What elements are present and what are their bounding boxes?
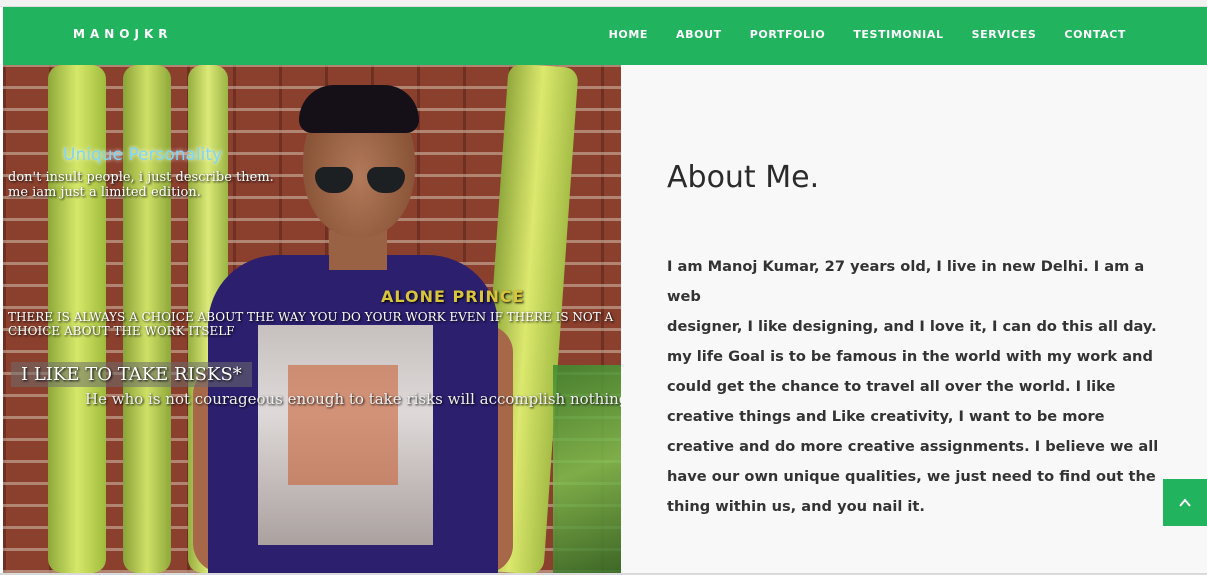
main-nav: HOME ABOUT PORTFOLIO TESTIMONIAL SERVICE… [581,28,1126,41]
browser-top-strip [0,0,1207,7]
nav-home[interactable]: HOME [609,28,648,41]
about-body: I am Manoj Kumar, 27 years old, I live i… [667,258,1159,515]
photo-caption-choice2: CHOICE ABOUT THE WORK ITSELF [8,324,235,338]
photo-caption-risk: I LIKE TO TAKE RISKS* [11,362,252,387]
nav-testimonial[interactable]: TESTIMONIAL [853,28,943,41]
photo-caption-choice1: THERE IS ALWAYS A CHOICE ABOUT THE WAY Y… [8,310,614,324]
chevron-up-icon [1179,497,1191,507]
nav-portfolio[interactable]: PORTFOLIO [750,28,826,41]
sunglasses [315,167,405,193]
nav-about[interactable]: ABOUT [676,28,722,41]
nav-services[interactable]: SERVICES [972,28,1037,41]
person-hair [299,85,419,133]
profile-photo: Unique Personality don't insult people, … [3,65,621,573]
photo-caption-unique: Unique Personality [63,145,223,165]
photo-caption-courage: He who is not courageous enough to take … [85,390,621,408]
about-section: About Me. I am Manoj Kumar, 27 years old… [621,65,1207,573]
nav-contact[interactable]: CONTACT [1064,28,1126,41]
photo-caption-line2: me iam just a limited edition. [8,185,201,200]
navbar: MANOJKR HOME ABOUT PORTFOLIO TESTIMONIAL… [3,7,1207,65]
photo-caption-line1: don't insult people, i just describe the… [8,170,274,185]
back-to-top-button[interactable] [1163,479,1207,526]
tshirt-print-detail [288,365,398,485]
about-title: About Me. [667,160,820,195]
brand-logo[interactable]: MANOJKR [73,27,172,41]
photo-caption-alone: ALONE PRINCE [381,287,525,306]
